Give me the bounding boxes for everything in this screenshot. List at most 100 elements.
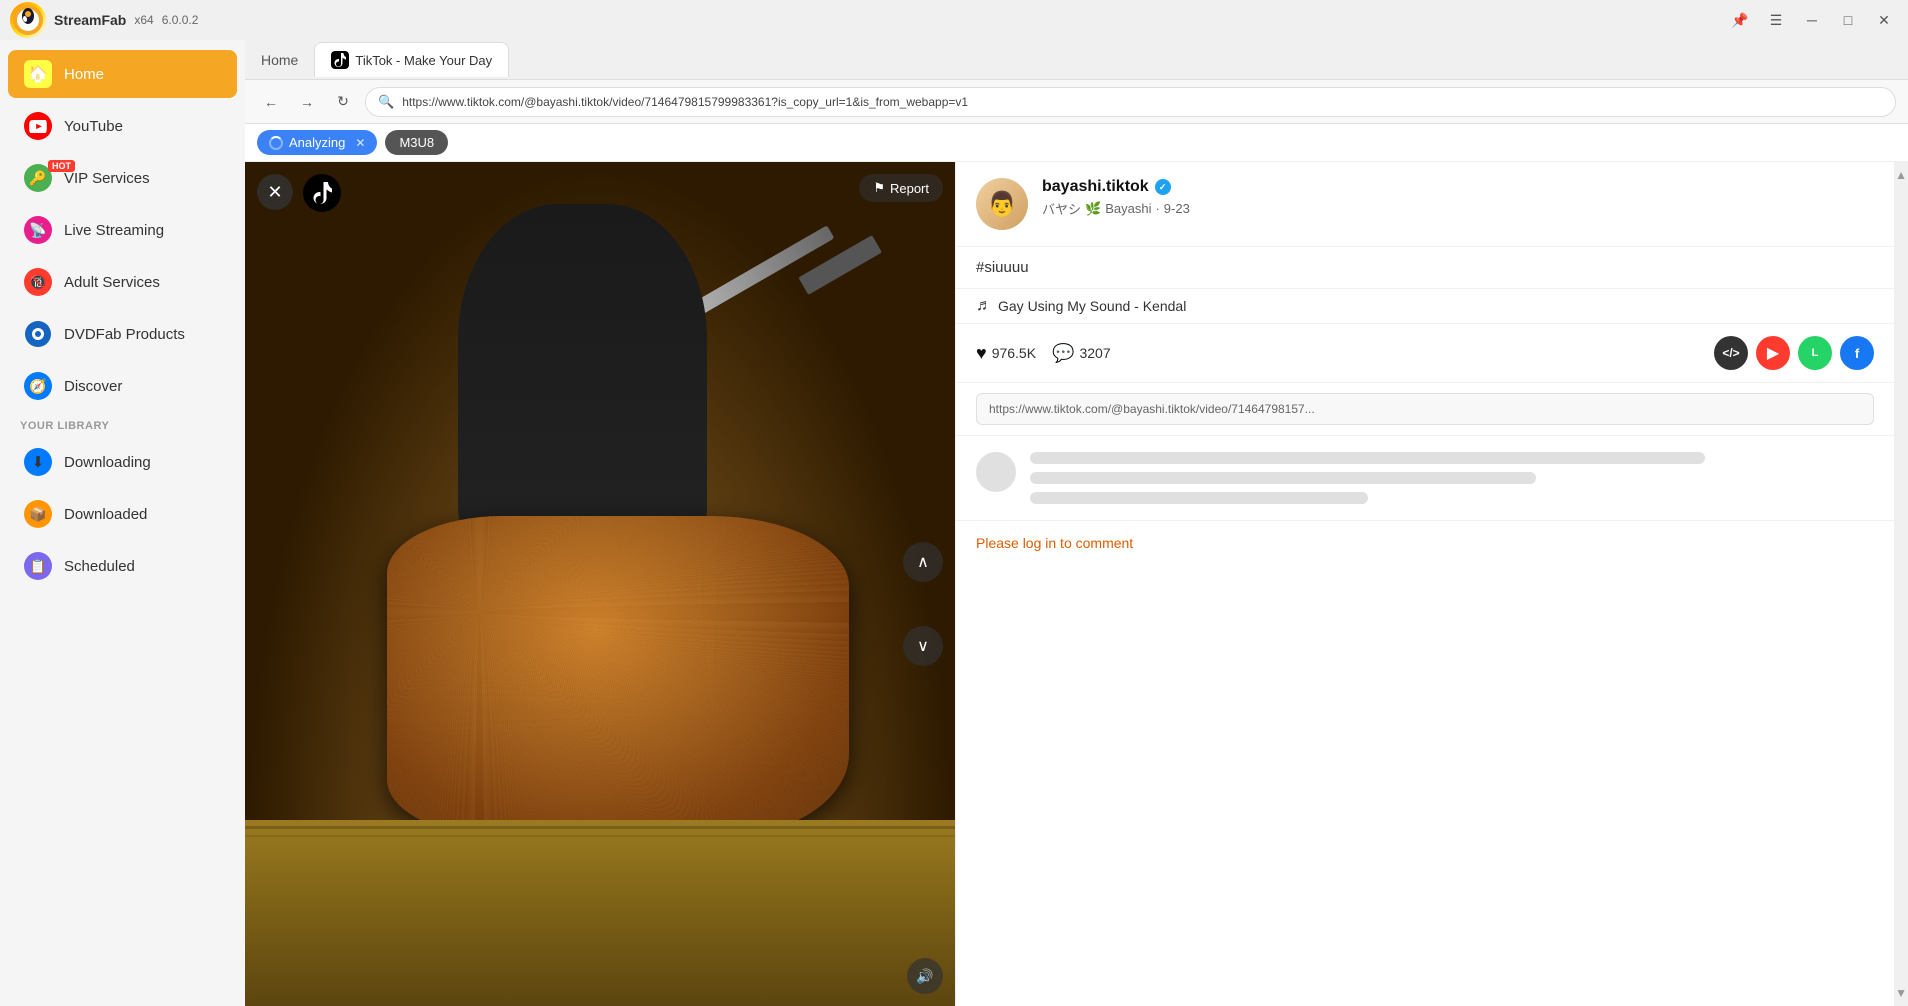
sidebar-item-downloaded[interactable]: 📦 Downloaded	[8, 490, 237, 538]
live-icon: 📡	[24, 216, 52, 244]
verified-badge: ✓	[1155, 179, 1171, 195]
music-title: Gay Using My Sound - Kendal	[998, 298, 1186, 314]
likes-count: 976.5K	[992, 345, 1036, 361]
sidebar-dvdfab-label: DVDFab Products	[64, 326, 185, 343]
creator-username: bayashi.tiktok	[1042, 178, 1149, 196]
line-share-button[interactable]: L	[1798, 336, 1832, 370]
stats-row: ♥ 976.5K 💬 3207 </> ▶ L f	[956, 324, 1894, 383]
login-comment[interactable]: Please log in to comment	[956, 521, 1894, 565]
creator-section: 👨 bayashi.tiktok ✓ バヤシ 🌿 Bayashi · 9-23	[956, 162, 1894, 247]
creator-info: bayashi.tiktok ✓ バヤシ 🌿 Bayashi · 9-23	[1042, 178, 1874, 218]
report-label: Report	[890, 181, 929, 196]
skeleton-line-3	[1030, 492, 1368, 504]
scroll-up-arrow[interactable]: ▲	[1889, 162, 1908, 188]
heart-icon: ♥	[976, 343, 987, 364]
comments-stat: 💬 3207	[1052, 343, 1111, 364]
comments-count: 3207	[1079, 345, 1110, 361]
home-icon: 🏠	[24, 60, 52, 88]
flag-icon: ⚑	[873, 180, 885, 196]
sidebar-home-label: Home	[64, 66, 104, 83]
app-name: StreamFab	[54, 12, 126, 28]
sidebar-item-home[interactable]: 🏠 Home	[8, 50, 237, 98]
minimize-button[interactable]: ─	[1798, 6, 1826, 34]
tabs-area: Home TikTok - Make Your Day	[245, 40, 1908, 80]
back-button[interactable]: ←	[257, 88, 285, 116]
analyzing-button[interactable]: Analyzing ✕	[257, 130, 377, 155]
sidebar-item-discover[interactable]: 🧭 Discover	[8, 362, 237, 410]
sidebar-adult-label: Adult Services	[64, 274, 160, 291]
report-button[interactable]: ⚑ Report	[859, 174, 943, 202]
youtube-icon	[24, 112, 52, 140]
app-version: 6.0.0.2	[162, 13, 199, 27]
sidebar-item-youtube[interactable]: YouTube	[8, 102, 237, 150]
dot-separator: ·	[1155, 201, 1159, 216]
share-link-section: https://www.tiktok.com/@bayashi.tiktok/v…	[956, 383, 1894, 436]
facebook-share-button[interactable]: f	[1840, 336, 1874, 370]
video-close-button[interactable]: ✕	[257, 174, 293, 210]
avatar: 👨	[976, 178, 1028, 230]
window-controls: 📌 ☰ ─ □ ✕	[1726, 6, 1898, 34]
menu-button[interactable]: ☰	[1762, 6, 1790, 34]
forward-button[interactable]: →	[293, 88, 321, 116]
close-button[interactable]: ✕	[1870, 6, 1898, 34]
creator-date: 9-23	[1164, 201, 1190, 216]
sidebar-item-live[interactable]: 📡 Live Streaming	[8, 206, 237, 254]
food-scene	[245, 162, 955, 1006]
sidebar-item-adult[interactable]: 🔞 Adult Services	[8, 258, 237, 306]
tiktok-tab-label: TikTok - Make Your Day	[355, 53, 492, 68]
nav-up-button[interactable]: ∧	[903, 542, 943, 582]
share-link-box[interactable]: https://www.tiktok.com/@bayashi.tiktok/v…	[976, 393, 1874, 425]
sidebar-item-dvdfab[interactable]: DVDFab Products	[8, 310, 237, 358]
tiktok-logo-button[interactable]	[303, 174, 341, 212]
hot-badge: HOT	[48, 160, 75, 172]
nav-down-button[interactable]: ∨	[903, 626, 943, 666]
analyzing-close-icon[interactable]: ✕	[355, 136, 365, 150]
creator-name-row: bayashi.tiktok ✓	[1042, 178, 1874, 196]
discover-icon: 🧭	[24, 372, 52, 400]
skeleton-loading-section	[956, 436, 1894, 521]
sidebar-item-downloading[interactable]: ⬇ Downloading	[8, 438, 237, 486]
refresh-button[interactable]: ↻	[329, 88, 357, 116]
creator-sub: バヤシ 🌿 Bayashi · 9-23	[1042, 199, 1874, 218]
address-url: https://www.tiktok.com/@bayashi.tiktok/v…	[402, 95, 968, 109]
sidebar-item-scheduled[interactable]: 📋 Scheduled	[8, 542, 237, 590]
chevron-up-icon: ∧	[917, 552, 929, 572]
creator-platform: Bayashi	[1105, 201, 1151, 216]
library-section-label: YOUR LIBRARY	[0, 412, 245, 436]
sidebar-live-label: Live Streaming	[64, 222, 164, 239]
skeleton-line-2	[1030, 472, 1536, 484]
analyzing-spinner	[269, 136, 283, 150]
app-arch: x64	[134, 13, 153, 27]
main-layout: 🏠 Home YouTube 🔑 VIP Services HOT 📡 Live…	[0, 40, 1908, 1006]
sidebar-vip-label: VIP Services	[64, 170, 150, 187]
share-action-button-1[interactable]: ▶	[1756, 336, 1790, 370]
scroll-down-arrow[interactable]: ▼	[1889, 980, 1908, 1006]
address-bar[interactable]: 🔍 https://www.tiktok.com/@bayashi.tiktok…	[365, 87, 1896, 117]
code-action-button[interactable]: </>	[1714, 336, 1748, 370]
tab-tiktok[interactable]: TikTok - Make Your Day	[314, 42, 509, 77]
tab-home[interactable]: Home	[245, 44, 314, 76]
content-area: Home TikTok - Make Your Day ← → ↻ 🔍 http…	[245, 40, 1908, 1006]
browser-content: ✕ ⚑ Report ∧ ∨ 🔊	[245, 162, 1908, 1006]
tiktok-tab-icon	[331, 51, 349, 69]
adult-icon: 🔞	[24, 268, 52, 296]
browser-bar: ← → ↻ 🔍 https://www.tiktok.com/@bayashi.…	[245, 80, 1908, 124]
downloading-icon: ⬇	[24, 448, 52, 476]
right-scrollbar: ▲ ▼	[1894, 162, 1908, 1006]
sidebar-item-vip[interactable]: 🔑 VIP Services HOT	[8, 154, 237, 202]
m3u8-button[interactable]: M3U8	[385, 130, 448, 155]
sidebar-youtube-label: YouTube	[64, 118, 123, 135]
search-icon: 🔍	[378, 94, 394, 110]
volume-button[interactable]: 🔊	[907, 958, 943, 994]
chevron-down-icon: ∨	[917, 636, 929, 656]
sidebar-discover-label: Discover	[64, 378, 122, 395]
login-prompt-text: Please log in to comment	[976, 535, 1133, 551]
pin-button[interactable]: 📌	[1726, 6, 1754, 34]
skeleton-line-1	[1030, 452, 1705, 464]
leaf-emoji: 🌿	[1085, 201, 1101, 217]
maximize-button[interactable]: □	[1834, 6, 1862, 34]
title-bar: StreamFab x64 6.0.0.2 📌 ☰ ─ □ ✕	[0, 0, 1908, 40]
skeleton-avatar	[976, 452, 1016, 492]
video-area: ✕ ⚑ Report ∧ ∨ 🔊	[245, 162, 955, 1006]
video-caption: #siuuuu	[956, 247, 1894, 289]
